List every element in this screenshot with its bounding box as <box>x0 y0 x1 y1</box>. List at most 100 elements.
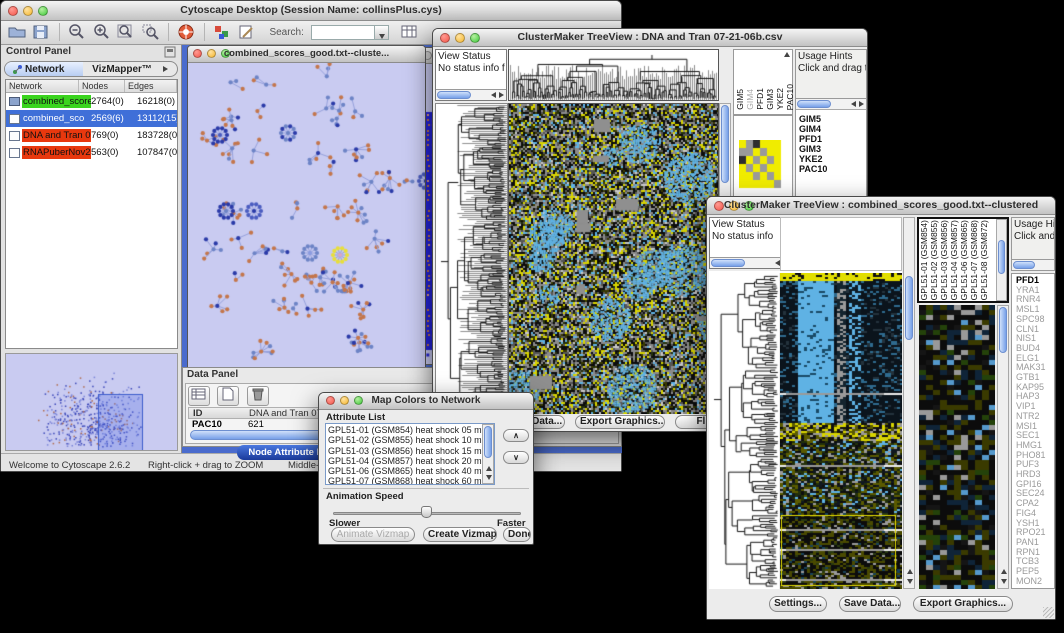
scroll-up-icon[interactable] <box>907 569 913 574</box>
view-status-scrollbar[interactable] <box>710 257 790 268</box>
treeview2-gene-list: PFD1YRA1RNR4MSL1SPC98CLN1NIS1BUD4ELG1MAK… <box>1011 273 1055 589</box>
treeview1-view-status: View Status No status info f <box>435 49 507 101</box>
treeview2-column-label-panel: GPL51-01 (GSM854)GPL51-02 (GSM855)GPL51-… <box>917 217 1009 303</box>
attribute-select-icon[interactable] <box>188 386 210 406</box>
tab-network[interactable]: Network <box>5 62 83 76</box>
attribute-list-item[interactable]: GPL51-03 (GSM856) heat shock 15 min <box>328 446 492 456</box>
row-label[interactable]: GIM3 <box>799 144 866 154</box>
treeview2-titlebar[interactable]: ClusterMaker TreeView : combined_scores_… <box>707 197 1055 215</box>
treeview1-heatmap[interactable] <box>508 103 719 415</box>
save-data-button[interactable]: Save Data... <box>839 596 901 612</box>
view-status-scrollbar[interactable] <box>436 89 506 100</box>
treeview2-heatmap[interactable] <box>780 273 902 589</box>
main-titlebar[interactable]: Cytoscape Desktop (Session Name: collins… <box>1 1 621 21</box>
new-attribute-icon[interactable] <box>217 386 239 406</box>
scroll-down-icon[interactable] <box>486 475 492 480</box>
column-label[interactable]: PFD1 <box>756 88 765 110</box>
search-dropdown-button[interactable] <box>375 25 389 40</box>
column-label[interactable]: GPL51-03 (GSM856) <box>940 220 949 300</box>
float-panel-icon[interactable] <box>164 46 176 58</box>
column-label[interactable]: PAC10 <box>786 84 795 110</box>
column-label[interactable]: GPL51-02 (GSM855) <box>930 220 939 300</box>
settings-button[interactable]: Settings... <box>769 596 827 612</box>
column-label-scrollbar[interactable] <box>996 219 1007 301</box>
network-overview-panel[interactable] <box>5 353 178 451</box>
row-label[interactable]: YKE2 <box>799 154 866 164</box>
export-graphics-button[interactable]: Export Graphics... <box>575 415 665 429</box>
speed-slider-thumb[interactable] <box>421 506 432 518</box>
zoom-fit-icon[interactable] <box>116 23 136 41</box>
network-canvas[interactable] <box>188 63 425 368</box>
scroll-up-icon[interactable] <box>486 466 492 471</box>
dialog-titlebar[interactable]: Map Colors to Network <box>319 393 533 410</box>
attribute-list-item[interactable]: GPL51-07 (GSM868) heat shock 60 min <box>328 476 492 485</box>
network-view-titlebar[interactable]: combined_scores_good.txt--cluste... <box>188 46 425 63</box>
zoom-in-icon[interactable] <box>92 23 112 41</box>
zoom-heatmap-scrollbar[interactable] <box>997 305 1009 589</box>
resize-grip[interactable] <box>1043 607 1054 618</box>
attribute-list-item[interactable]: GPL51-06 (GSM865) heat shock 40 min <box>328 466 492 476</box>
tab-overflow-button[interactable] <box>161 62 177 76</box>
table-icon[interactable] <box>400 23 420 41</box>
treeview1-column-dendrogram[interactable] <box>508 49 719 101</box>
network-file-icon <box>9 97 20 106</box>
attribute-list-item[interactable]: GPL51-02 (GSM855) heat shock 10 min <box>328 435 492 445</box>
treeview2-row-dendrogram[interactable] <box>709 273 779 589</box>
column-label[interactable]: GIM3 <box>766 89 775 110</box>
treeview1-titlebar[interactable]: ClusterMaker TreeView : DNA and Tran 07-… <box>433 29 867 47</box>
column-label[interactable]: GPL51-01 (GSM854) <box>920 220 929 300</box>
move-down-button[interactable]: ∨ <box>503 451 529 464</box>
animate-vizmap-button[interactable]: Animate Vizmap <box>331 527 415 542</box>
usage-hints-scrollbar[interactable] <box>1012 259 1054 270</box>
usage-hints-scrollbar[interactable] <box>796 98 866 109</box>
row-label[interactable]: PFD1 <box>799 134 866 144</box>
column-label[interactable]: YKE2 <box>776 88 785 110</box>
column-label[interactable]: GPL51-06 (GSM865) <box>960 220 969 300</box>
treeview1-summary-heatmap[interactable] <box>739 140 783 190</box>
save-icon[interactable] <box>31 23 51 41</box>
treeview2-vscrollbar[interactable] <box>903 217 915 589</box>
network-file-icon <box>9 148 20 158</box>
column-label[interactable]: GIM4 <box>746 89 755 110</box>
help-lifering-icon[interactable] <box>177 23 197 41</box>
row-label[interactable]: GIM5 <box>799 114 866 124</box>
usage-hints-title: Usage Hints <box>796 50 866 63</box>
attribute-list-scrollbar[interactable] <box>482 424 494 484</box>
network-list-row[interactable]: RNAPuberNov2+ 563(0) 107847(0) <box>6 144 177 161</box>
create-vizmap-button[interactable]: Create Vizmap <box>423 527 497 542</box>
gene-label[interactable]: MON2 <box>1016 577 1054 587</box>
scroll-up-icon[interactable] <box>784 52 790 57</box>
network-view-window: combined_scores_good.txt--cluste... <box>187 45 426 369</box>
column-label[interactable]: GPL51-04 (GSM857) <box>950 220 959 300</box>
zoom-selected-icon[interactable] <box>141 23 161 41</box>
treeview1-title: ClusterMaker TreeView : DNA and Tran 07-… <box>433 31 867 43</box>
network-list-header[interactable]: Network Nodes Edges <box>6 80 177 93</box>
export-graphics-button[interactable]: Export Graphics... <box>913 596 1013 612</box>
delete-attribute-icon[interactable] <box>247 386 269 406</box>
done-button[interactable]: Done <box>503 527 531 542</box>
treeview1-row-dendrogram[interactable] <box>435 103 508 415</box>
network-list-row[interactable]: combined_sco 2569(6) 13112(15) <box>6 110 177 127</box>
zoom-out-icon[interactable] <box>67 23 87 41</box>
status-hint-zoom: Right-click + drag to ZOOM <box>148 460 263 471</box>
move-up-button[interactable]: ∧ <box>503 429 529 442</box>
attribute-list-item[interactable]: GPL51-01 (GSM854) heat shock 05 min <box>328 425 492 435</box>
row-label[interactable]: PAC10 <box>799 164 866 174</box>
tab-vizmapper[interactable]: VizMapper™ <box>83 62 161 76</box>
treeview2-zoom-heatmap[interactable] <box>919 305 995 589</box>
vizmap-icon[interactable] <box>213 23 233 41</box>
network-file-icon <box>9 114 20 124</box>
search-input[interactable] <box>311 25 375 40</box>
attribute-list-item[interactable]: GPL51-04 (GSM857) heat shock 20 min <box>328 456 492 466</box>
network-list-row[interactable]: DNA and Tran 07 769(0) 183728(0) <box>6 127 177 144</box>
column-label[interactable]: GPL51-07 (GSM868) <box>970 220 979 300</box>
open-file-icon[interactable] <box>7 23 27 41</box>
network-list-row[interactable]: combined_scores 2764(0) 16218(0) <box>6 93 177 110</box>
divider <box>323 488 529 489</box>
row-label[interactable]: GIM4 <box>799 124 866 134</box>
scroll-down-icon[interactable] <box>907 579 913 584</box>
column-label[interactable]: GPL51-08 (GSM872) <box>980 220 989 300</box>
column-label[interactable]: GIM5 <box>736 89 745 110</box>
annotation-icon[interactable] <box>237 23 257 41</box>
treeview2-dendro-header <box>780 217 902 271</box>
